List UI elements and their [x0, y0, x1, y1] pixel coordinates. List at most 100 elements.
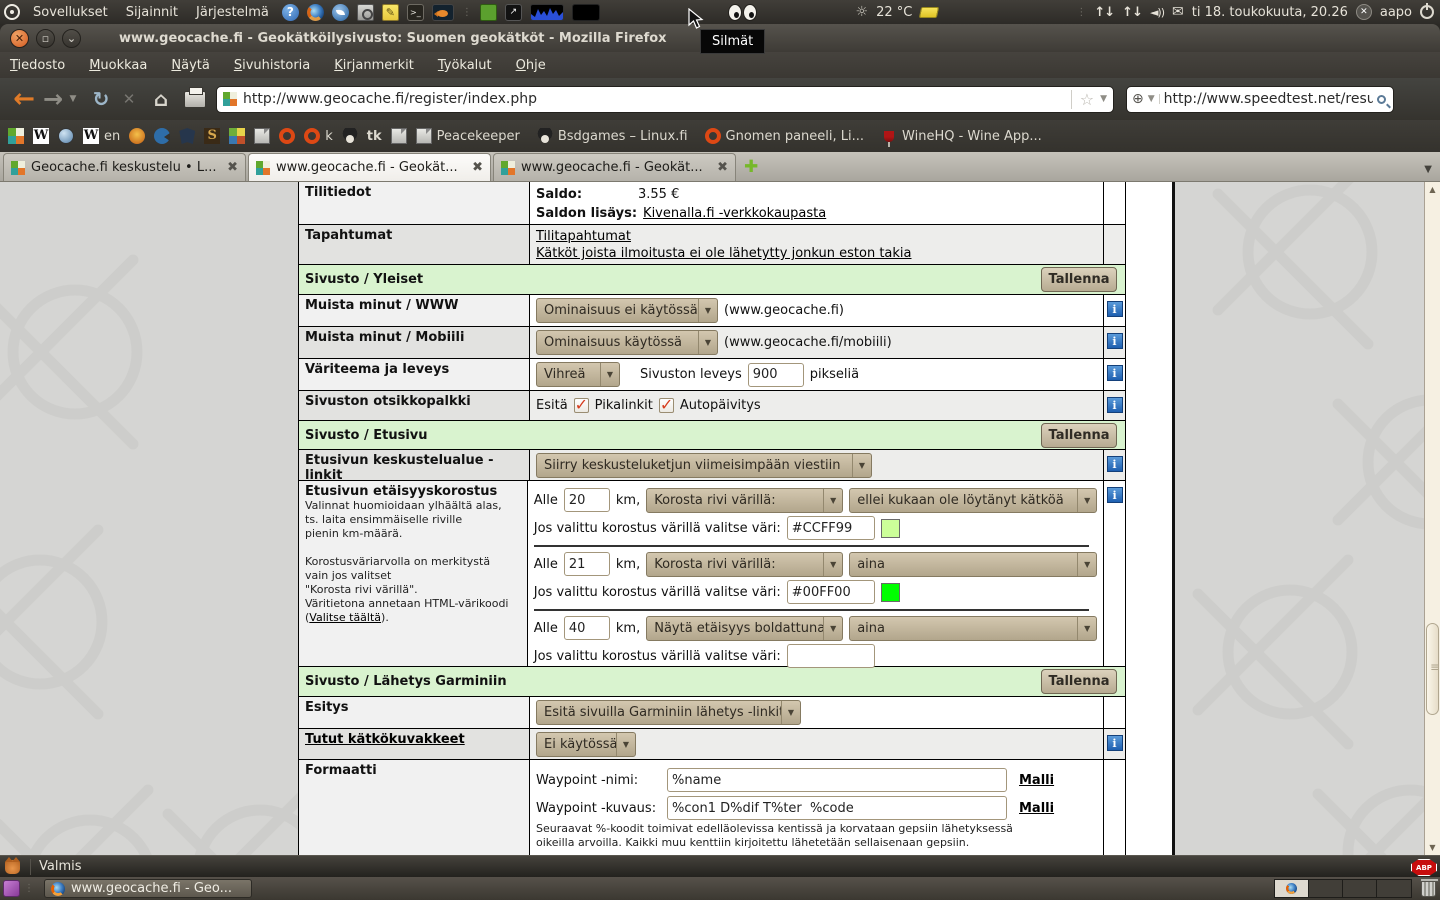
kuvakkeet-select[interactable]: Ei käytössä▼	[536, 732, 636, 757]
tab-geocache-active[interactable]: www.geocache.fi - Geokät... ✖	[248, 153, 491, 181]
muista-mobiili-select[interactable]: Ominaisuus käytössä▼	[536, 330, 718, 355]
power-icon[interactable]	[1420, 5, 1434, 19]
mode-select-1[interactable]: Korosta rivi värillä:▼	[646, 488, 843, 513]
tilitapahtumat-link[interactable]: Tilitapahtumat	[536, 229, 631, 244]
scrollbar-thumb[interactable]	[1426, 623, 1439, 715]
mode-select-2[interactable]: Korosta rivi värillä:▼	[646, 552, 843, 577]
bookmark-item[interactable]: Peacekeeper	[416, 128, 520, 144]
window-maximize-button[interactable]: ⌄	[62, 29, 81, 48]
save-button[interactable]: Tallenna	[1041, 267, 1117, 292]
username-label[interactable]: aapo	[1380, 5, 1412, 20]
adblock-plus-icon[interactable]: ABP	[1411, 859, 1437, 876]
terminal-launcher-icon[interactable]: >_	[407, 4, 424, 21]
katkot-esto-link[interactable]: Kätköt joista ilmoitusta ei ole lähetytt…	[536, 246, 911, 261]
color-input-1[interactable]	[787, 516, 875, 540]
when-select-3[interactable]: aina▼	[849, 616, 1097, 641]
menu-ohje[interactable]: Ohje	[516, 58, 546, 73]
info-icon[interactable]: i	[1107, 735, 1123, 751]
bookmark-item[interactable]: WineHQ - Wine App...	[881, 129, 1042, 144]
menu-nayta[interactable]: Näytä	[171, 58, 209, 73]
home-button[interactable]: ⌂	[146, 87, 176, 111]
trash-icon[interactable]	[1421, 880, 1436, 897]
info-icon[interactable]: i	[1107, 456, 1123, 472]
workspace-switcher[interactable]	[1274, 879, 1412, 898]
bookmark-item[interactable]: Wen	[83, 128, 120, 144]
shell-applet-icon[interactable]: ↗	[505, 4, 522, 21]
system-monitor-blank-icon[interactable]	[572, 4, 600, 21]
mail-icon[interactable]: ✉	[1172, 4, 1184, 20]
url-input[interactable]	[243, 91, 1065, 107]
vertical-scrollbar[interactable]: ▲ ▼	[1424, 182, 1440, 855]
weather-cloud-icon[interactable]	[919, 7, 939, 18]
search-input[interactable]	[1164, 91, 1373, 107]
all-tabs-dropdown-icon[interactable]: ▼	[1424, 164, 1432, 175]
save-button[interactable]: Tallenna	[1041, 423, 1117, 448]
search-engine-icon[interactable]: ⊕	[1132, 91, 1144, 107]
bookmark-item[interactable]	[58, 128, 74, 144]
bookmark-item[interactable]: S	[204, 128, 220, 144]
applet-handle[interactable]: ⋮	[1076, 7, 1086, 18]
forward-button[interactable]: →	[40, 85, 66, 113]
km-input-1[interactable]	[564, 488, 610, 512]
bookmark-item[interactable]	[154, 128, 170, 144]
bookmark-item[interactable]: Gnomen paneeli, Li...	[705, 128, 865, 144]
menu-jarjestelma[interactable]: Järjestelmä	[191, 5, 274, 20]
kuvakkeet-link[interactable]: Tutut kätkökuvakkeet	[305, 732, 465, 747]
malli-link[interactable]: Malli	[1019, 801, 1054, 816]
weather-icon[interactable]: ☼	[856, 4, 869, 21]
color-input-3[interactable]	[787, 644, 875, 668]
km-input-3[interactable]	[564, 616, 610, 640]
mode-select-3[interactable]: Näytä etäisyys boldattuna▼	[646, 616, 843, 641]
window-minimize-button[interactable]: ▫	[36, 29, 55, 48]
stop-button[interactable]: ✕	[116, 90, 142, 108]
fox-statusbar-icon[interactable]	[5, 860, 20, 874]
bookmark-item[interactable]	[279, 128, 295, 144]
bookmark-item[interactable]	[254, 128, 270, 144]
workspace-3[interactable]	[1343, 880, 1377, 897]
search-bar[interactable]: ⊕ ▼	[1126, 86, 1394, 113]
scroll-up-icon[interactable]: ▲	[1425, 182, 1440, 197]
notes-launcher-icon[interactable]: ✎	[382, 4, 399, 21]
menu-kirjanmerkit[interactable]: Kirjanmerkit	[334, 58, 414, 73]
location-dropdown-icon[interactable]: ▼	[1100, 94, 1107, 104]
taskbar-window-button[interactable]: www.geocache.fi - Geo...	[44, 879, 252, 898]
menu-sijainnit[interactable]: Sijainnit	[121, 5, 183, 20]
bookmark-item[interactable]	[8, 128, 24, 144]
tab-close-icon[interactable]: ✖	[717, 160, 728, 175]
window-close-button[interactable]: ✕	[10, 29, 29, 48]
menu-tiedosto[interactable]: Tiedosto	[10, 58, 65, 73]
bookmark-item[interactable]: tk	[367, 129, 382, 144]
clock-label[interactable]: ti 18. toukokuuta, 20.26	[1192, 5, 1348, 20]
tab-close-icon[interactable]: ✖	[472, 160, 483, 175]
muista-www-select[interactable]: Ominaisuus ei käytössä▼	[536, 298, 718, 323]
media-player-launcher-icon[interactable]	[357, 4, 374, 21]
bookmark-item[interactable]: W	[33, 128, 49, 144]
tab-close-icon[interactable]: ✖	[227, 160, 238, 175]
help-icon[interactable]: ?	[282, 4, 299, 21]
menu-muokkaa[interactable]: Muokkaa	[89, 58, 147, 73]
info-icon[interactable]: i	[1107, 333, 1123, 349]
bookmark-item[interactable]	[129, 128, 145, 144]
bookmark-item[interactable]	[391, 128, 407, 144]
system-monitor-graph-icon[interactable]	[530, 4, 564, 21]
when-select-1[interactable]: ellei kukaan ole löytänyt kätköä▼	[849, 488, 1097, 513]
valitse-taalta-link[interactable]: Valitse täältä	[309, 611, 381, 624]
variteema-select[interactable]: Vihreä▼	[536, 362, 620, 387]
network-updown-icon[interactable]: ↑↓	[1094, 5, 1114, 20]
bookmark-item[interactable]	[342, 128, 358, 144]
pikalinkit-checkbox[interactable]	[574, 398, 589, 413]
firefox-launcher-icon[interactable]	[307, 4, 324, 21]
malli-link[interactable]: Malli	[1019, 773, 1054, 788]
bookmark-star-icon[interactable]: ☆	[1071, 90, 1094, 109]
volume-icon[interactable]: ◄))	[1150, 6, 1164, 19]
applet-handle[interactable]: ⋮	[24, 883, 34, 894]
scroll-down-icon[interactable]: ▼	[1425, 840, 1440, 855]
thunderbird-launcher-icon[interactable]	[332, 4, 349, 21]
bookmark-item[interactable]	[229, 128, 245, 144]
temperature-label[interactable]: 22 °C	[876, 5, 912, 20]
distro-logo-icon[interactable]	[4, 4, 20, 20]
color-input-2[interactable]	[787, 580, 875, 604]
back-button[interactable]: ←	[8, 84, 40, 114]
menu-sivuhistoria[interactable]: Sivuhistoria	[234, 58, 310, 73]
bookmark-item[interactable]: Bsdgames – Linux.fi	[537, 128, 688, 144]
